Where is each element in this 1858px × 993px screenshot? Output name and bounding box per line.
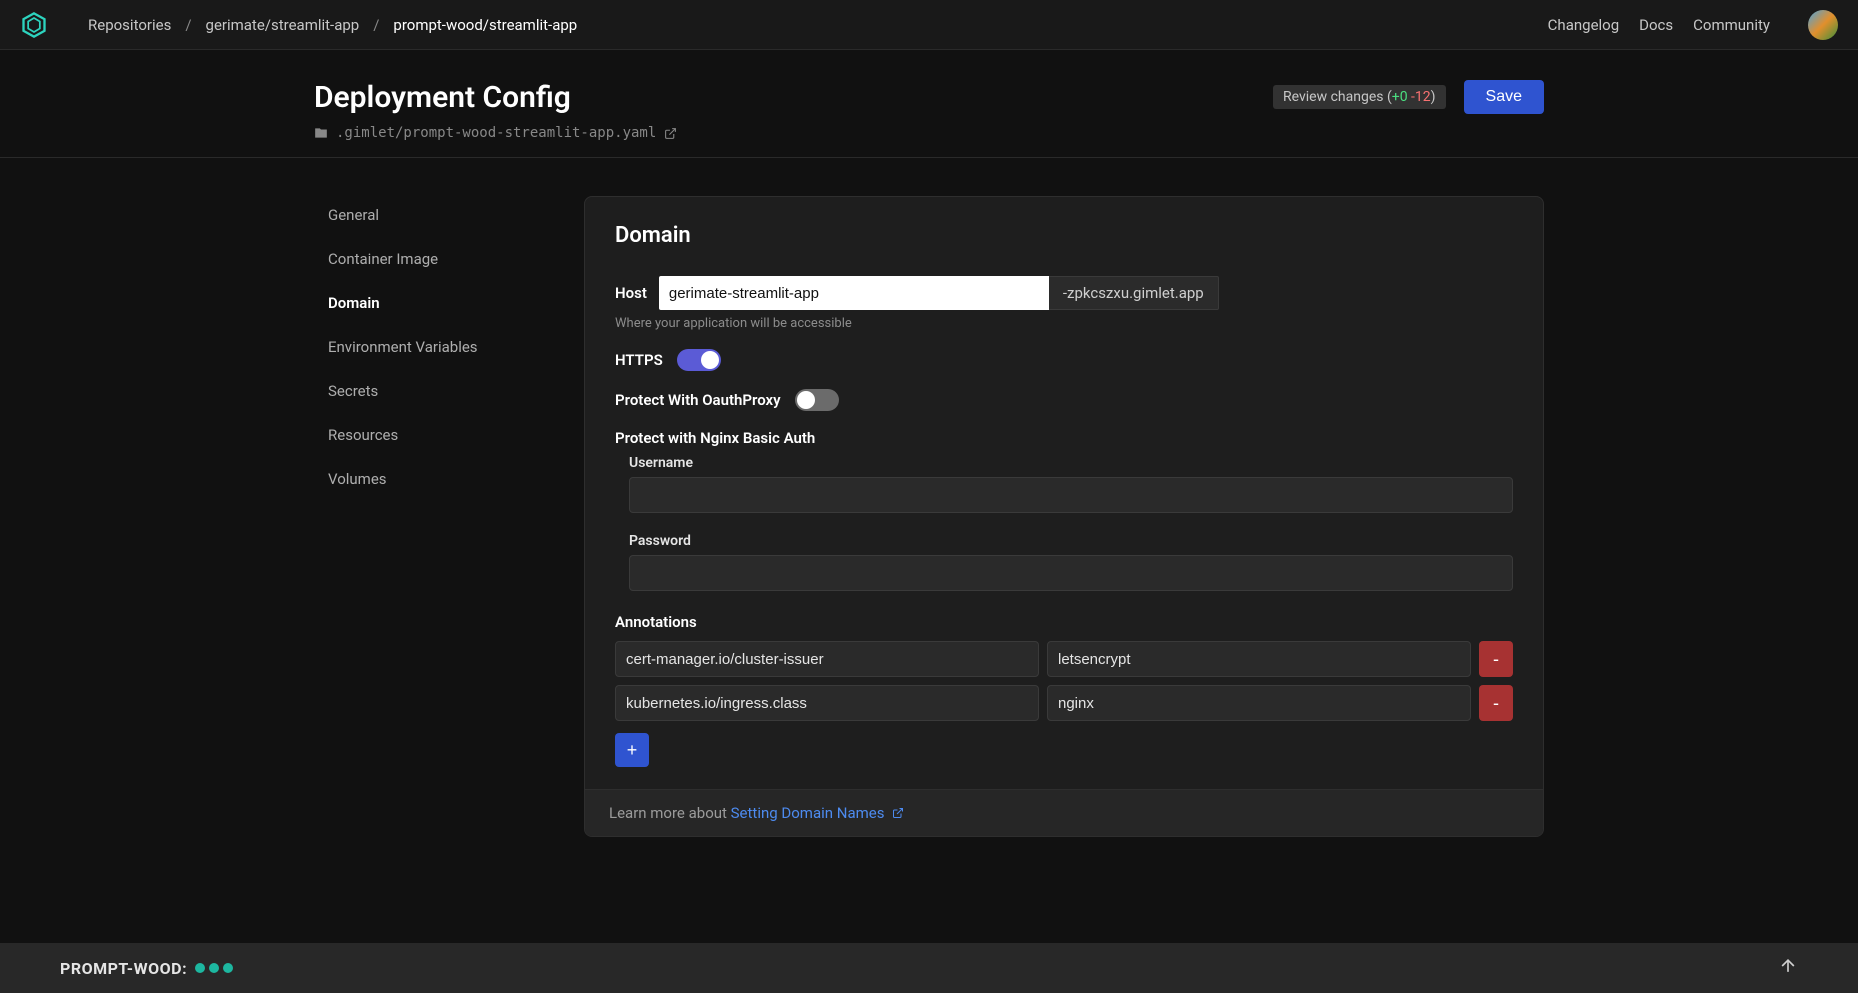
open-file-link[interactable] [664, 127, 677, 140]
basic-auth-heading: Protect with Nginx Basic Auth [615, 429, 1513, 447]
docs-link[interactable]: Setting Domain Names [731, 804, 905, 822]
username-label: Username [629, 455, 1513, 471]
page-title: Deployment Config [314, 80, 677, 115]
nav-docs[interactable]: Docs [1639, 16, 1673, 34]
top-nav: Changelog Docs Community [1548, 10, 1838, 40]
host-hint: Where your application will be accessibl… [615, 316, 1513, 331]
review-suffix: ) [1431, 89, 1436, 105]
delete-annotation-button[interactable]: - [1479, 685, 1513, 721]
annotations-heading: Annotations [615, 613, 1513, 631]
delete-annotation-button[interactable]: - [1479, 641, 1513, 677]
annotation-value-input[interactable] [1047, 685, 1471, 721]
breadcrumb-current: prompt-wood/streamlit-app [393, 16, 577, 34]
review-additions: +0 [1392, 89, 1408, 105]
https-toggle[interactable] [677, 349, 721, 371]
annotation-key-input[interactable] [615, 685, 1039, 721]
domain-panel: Domain Host -zpkcszxu.gimlet.app Where y… [584, 196, 1544, 837]
status-dot-icon [223, 963, 233, 973]
logo[interactable] [20, 11, 48, 39]
docs-link-text: Setting Domain Names [731, 804, 885, 822]
host-input[interactable] [659, 276, 1049, 310]
scroll-to-top-button[interactable] [1778, 956, 1798, 981]
sidebar-item-env-vars[interactable]: Environment Variables [314, 330, 584, 364]
environment-label: PROMPT-WOOD: [60, 959, 187, 978]
breadcrumb-repo[interactable]: gerimate/streamlit-app [206, 16, 360, 34]
sidebar-item-resources[interactable]: Resources [314, 418, 584, 452]
sidebar-item-general[interactable]: General [314, 198, 584, 232]
https-label: HTTPS [615, 351, 663, 369]
oauth-proxy-toggle[interactable] [795, 389, 839, 411]
main: General Container Image Domain Environme… [0, 158, 1858, 837]
section-title: Domain [615, 223, 1513, 248]
config-file-path: .gimlet/prompt-wood-streamlit-app.yaml [336, 125, 656, 141]
annotation-key-input[interactable] [615, 641, 1039, 677]
save-button[interactable]: Save [1464, 80, 1544, 114]
annotation-row: - [615, 641, 1513, 677]
external-link-icon [892, 807, 904, 819]
breadcrumb-root[interactable]: Repositories [88, 16, 171, 34]
hexagon-logo-icon [20, 11, 48, 39]
settings-sidebar: General Container Image Domain Environme… [314, 196, 584, 837]
status-dot-icon [209, 963, 219, 973]
breadcrumb-sep: / [373, 16, 379, 34]
annotation-value-input[interactable] [1047, 641, 1471, 677]
sidebar-item-container-image[interactable]: Container Image [314, 242, 584, 276]
host-suffix: -zpkcszxu.gimlet.app [1049, 276, 1219, 310]
status-dot-icon [195, 963, 205, 973]
status-dots [195, 963, 233, 973]
oauth-proxy-label: Protect With OauthProxy [615, 391, 781, 409]
add-annotation-button[interactable]: + [615, 733, 649, 767]
username-input[interactable] [629, 477, 1513, 513]
bottom-bar: PROMPT-WOOD: [0, 943, 1858, 993]
sidebar-item-secrets[interactable]: Secrets [314, 374, 584, 408]
password-label: Password [629, 533, 1513, 549]
review-deletions: -12 [1411, 89, 1431, 105]
sidebar-item-volumes[interactable]: Volumes [314, 462, 584, 496]
panel-footer: Learn more about Setting Domain Names [585, 789, 1543, 836]
review-changes-badge[interactable]: Review changes (+0 -12) [1273, 85, 1446, 109]
folder-icon [314, 126, 328, 140]
breadcrumb: Repositories / gerimate/streamlit-app / … [88, 16, 577, 34]
footer-prefix: Learn more about [609, 804, 731, 822]
annotation-row: - [615, 685, 1513, 721]
page-header: Deployment Config .gimlet/prompt-wood-st… [0, 50, 1858, 158]
host-label: Host [615, 284, 647, 302]
sidebar-item-domain[interactable]: Domain [314, 286, 584, 320]
review-prefix: Review changes ( [1283, 89, 1392, 105]
breadcrumb-sep: / [185, 16, 191, 34]
nav-changelog[interactable]: Changelog [1548, 16, 1619, 34]
avatar[interactable] [1808, 10, 1838, 40]
arrow-up-icon [1778, 956, 1798, 976]
nav-community[interactable]: Community [1693, 16, 1770, 34]
password-input[interactable] [629, 555, 1513, 591]
topbar: Repositories / gerimate/streamlit-app / … [0, 0, 1858, 50]
external-link-icon [664, 127, 677, 140]
